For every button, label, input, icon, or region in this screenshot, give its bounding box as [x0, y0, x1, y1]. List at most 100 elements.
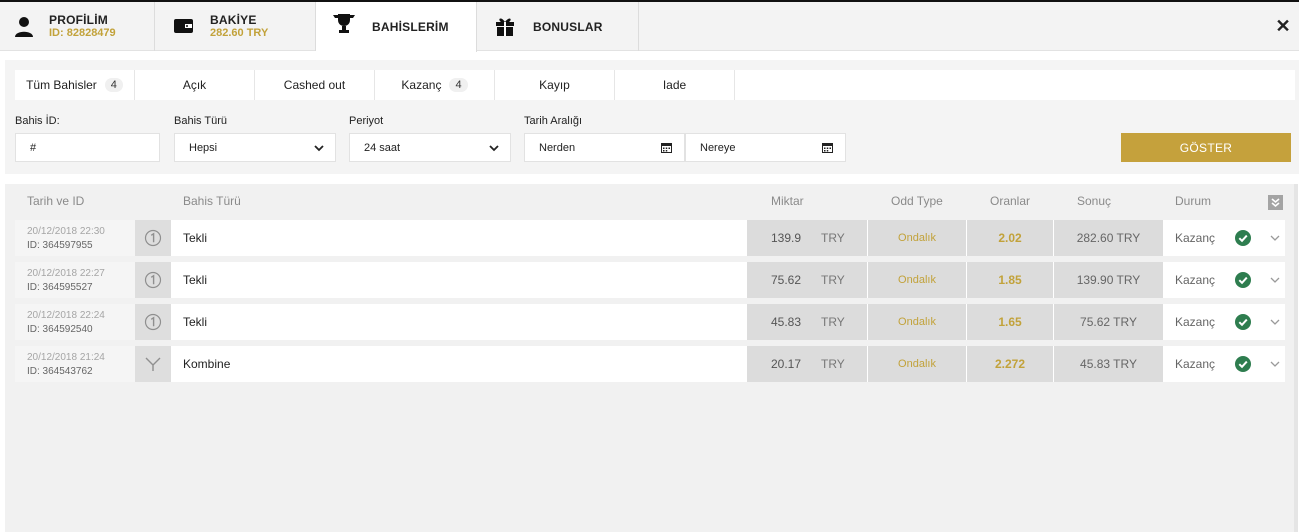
bet-id: ID: 364597955 — [27, 240, 93, 251]
date-from-placeholder: Nerden — [539, 141, 576, 154]
date-id-cell: 20/12/2018 22:24 ID: 364592540 — [15, 304, 135, 340]
table-row[interactable]: 20/12/2018 22:24 ID: 364592540 Tekli 45.83 T… — [15, 304, 1285, 340]
double-chevron-down-icon — [1271, 198, 1280, 208]
bet-type-label: Bahis Türü — [174, 115, 227, 127]
date-id-cell: 20/12/2018 22:30 ID: 364597955 — [15, 220, 135, 256]
col-rates: Oranlar — [990, 194, 1031, 208]
status-cell: Kazanç — [1175, 315, 1216, 329]
col-result: Sonuç — [1077, 194, 1112, 208]
bet-type: Tekli — [183, 315, 208, 329]
col-odd-type: Odd Type — [891, 194, 943, 208]
scrollbar[interactable] — [1294, 184, 1298, 532]
result-cell: 75.62 TRY — [1054, 304, 1163, 340]
calendar-icon — [661, 143, 672, 153]
filter-tab-label: Kazanç — [401, 78, 442, 92]
date-id-cell: 20/12/2018 22:27 ID: 364595527 — [15, 262, 135, 298]
amount-value: 139.9 — [771, 231, 802, 245]
amount-currency: TRY — [821, 315, 845, 329]
chevron-down-icon[interactable] — [1269, 274, 1281, 286]
amount-value: 75.62 — [771, 273, 802, 287]
rate-cell: 1.85 — [967, 262, 1053, 298]
bet-type-value: Hepsi — [189, 141, 218, 154]
col-bet-type: Bahis Türü — [183, 194, 241, 208]
chevron-down-icon[interactable] — [1269, 358, 1281, 370]
bet-type-select[interactable]: Hepsi — [174, 133, 336, 162]
filter-tab-open[interactable]: Açık — [135, 70, 255, 100]
amount-currency: TRY — [821, 231, 845, 245]
amount-currency: TRY — [821, 273, 845, 287]
result-cell: 282.60 TRY — [1054, 220, 1163, 256]
col-amount: Miktar — [771, 194, 804, 208]
tab-profile[interactable]: PROFİLİM ID: 82828479 — [0, 2, 155, 51]
filter-tab-label: Açık — [182, 78, 207, 92]
chevron-down-icon[interactable] — [1269, 316, 1281, 328]
bet-id: ID: 364592540 — [27, 324, 93, 335]
table-row[interactable]: 20/12/2018 22:30 ID: 364597955 Tekli 139.9 T… — [15, 220, 1285, 256]
period-select[interactable]: 24 saat — [349, 133, 511, 162]
calendar-icon — [822, 143, 833, 153]
table-row[interactable]: 20/12/2018 22:27 ID: 364595527 Tekli 75.62 T… — [15, 262, 1285, 298]
check-circle-icon — [1235, 356, 1251, 372]
table-header: Tarih ve ID Bahis Türü Miktar Odd Type O… — [5, 184, 1294, 217]
filter-tab-lost[interactable]: Kayıp — [495, 70, 615, 100]
expand-all-button[interactable] — [1268, 195, 1283, 210]
check-circle-icon — [1235, 272, 1251, 288]
balance-amount: 282.60 TRY — [210, 27, 269, 39]
date-range-label: Tarih Aralığı — [524, 115, 583, 127]
date-to-placeholder: Nereye — [700, 141, 736, 154]
result-cell: 45.83 TRY — [1054, 346, 1163, 382]
status-cell: Kazanç — [1175, 231, 1216, 245]
tab-balance-title: BAKİYE — [210, 13, 257, 27]
result-cell: 139.90 TRY — [1054, 262, 1163, 298]
filter-tab-label: Tüm Bahisler — [26, 78, 97, 92]
check-circle-icon — [1235, 230, 1251, 246]
chevron-down-icon[interactable] — [1269, 232, 1281, 244]
bet-date: 20/12/2018 21:24 — [27, 352, 105, 363]
tab-profile-title: PROFİLİM — [49, 13, 108, 27]
profile-id: ID: 82828479 — [49, 27, 116, 39]
filter-count-badge: 4 — [449, 78, 468, 92]
trophy-icon — [330, 12, 355, 36]
odd-type-cell: Ondalık — [868, 304, 966, 340]
filter-tab-won[interactable]: Kazanç 4 — [375, 70, 495, 100]
bet-id: ID: 364595527 — [27, 282, 93, 293]
check-circle-icon — [1235, 314, 1251, 330]
show-button[interactable]: GÖSTER — [1121, 133, 1291, 162]
date-to-input[interactable]: Nereye — [685, 133, 846, 162]
date-from-input[interactable]: Nerden — [524, 133, 685, 162]
bet-id: ID: 364543762 — [27, 366, 93, 377]
filter-tab-label: Cashed out — [283, 78, 346, 92]
odd-type-cell: Ondalık — [868, 262, 966, 298]
amount-cell: 20.17 TRY — [747, 346, 867, 382]
bet-id-input[interactable]: # — [15, 133, 160, 162]
close-button[interactable]: ✕ — [1273, 16, 1293, 36]
amount-cell: 45.83 TRY — [747, 304, 867, 340]
tab-bonuses[interactable]: BONUSLAR — [477, 2, 639, 51]
rate-cell: 2.02 — [967, 220, 1053, 256]
odd-type-cell: Ondalık — [868, 346, 966, 382]
tab-bonuses-title: BONUSLAR — [533, 20, 603, 34]
table-row[interactable]: 20/12/2018 21:24 ID: 364543762 Kombine 20.1… — [15, 346, 1285, 382]
col-date-id: Tarih ve ID — [27, 194, 85, 208]
rate-cell: 1.65 — [967, 304, 1053, 340]
filter-panel: Tüm Bahisler 4 Açık Cashed out Kazanç 4 Ka… — [5, 60, 1299, 174]
date-id-cell: 20/12/2018 21:24 ID: 364543762 — [15, 346, 135, 382]
filter-tab-all[interactable]: Tüm Bahisler 4 — [15, 70, 135, 100]
filter-tab-cashed-out[interactable]: Cashed out — [255, 70, 375, 100]
filter-tab-label: Iade — [662, 78, 687, 92]
user-icon — [12, 14, 36, 38]
period-value: 24 saat — [364, 141, 401, 154]
tab-my-bets[interactable]: BAHİSLERİM — [316, 2, 477, 52]
chevron-down-icon — [314, 145, 324, 152]
amount-cell: 75.62 TRY — [747, 262, 867, 298]
filter-tab-refund[interactable]: Iade — [615, 70, 735, 100]
status-filter-tabs: Tüm Bahisler 4 Açık Cashed out Kazanç 4 Ka… — [15, 70, 1295, 100]
col-status: Durum — [1175, 194, 1212, 208]
single-bet-icon — [135, 220, 171, 256]
account-header: PROFİLİM ID: 82828479 BAKİYE 282.60 TRY … — [0, 2, 1299, 52]
single-bet-icon — [135, 262, 171, 298]
tab-balance[interactable]: BAKİYE 282.60 TRY — [155, 2, 316, 51]
chevron-down-icon — [489, 145, 499, 152]
bet-type: Tekli — [183, 231, 208, 245]
period-label: Periyot — [349, 115, 384, 127]
